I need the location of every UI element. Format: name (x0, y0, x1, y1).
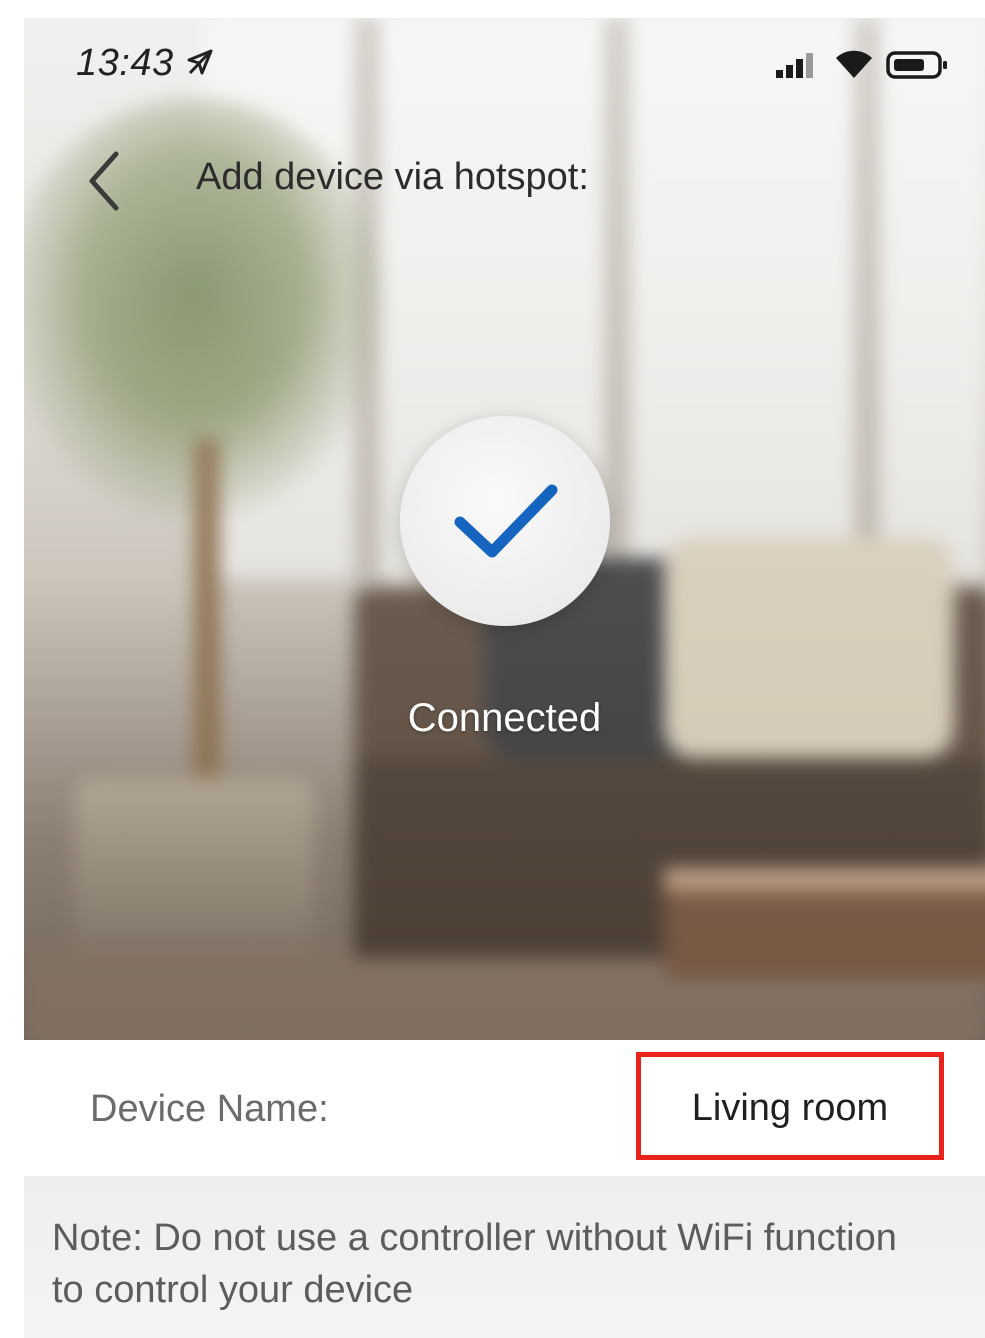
connected-status-badge (400, 416, 610, 626)
device-name-field[interactable]: Living room (636, 1052, 944, 1160)
battery-icon (886, 51, 947, 79)
note-box: Note: Do not use a controller without Wi… (24, 1176, 985, 1338)
app-screen: 13:43 Add device via hotspot: Connected … (24, 18, 985, 1338)
signal-icon (776, 53, 813, 78)
hero-background: 13:43 Add device via hotspot: Connected (24, 18, 985, 1040)
chevron-left-icon[interactable] (80, 146, 130, 216)
status-time: 13:43 (76, 42, 174, 84)
connection-status-label: Connected (407, 696, 602, 740)
note-text: Note: Do not use a controller without Wi… (52, 1217, 897, 1311)
device-name-value[interactable]: Living room (641, 1087, 939, 1130)
device-name-row: Device Name: Living room (24, 1040, 985, 1176)
location-arrow-icon (187, 49, 213, 75)
page-title: Add device via hotspot: (196, 156, 589, 198)
device-name-label: Device Name: (90, 1088, 329, 1130)
wifi-icon (836, 50, 872, 78)
checkmark-icon (454, 484, 558, 558)
